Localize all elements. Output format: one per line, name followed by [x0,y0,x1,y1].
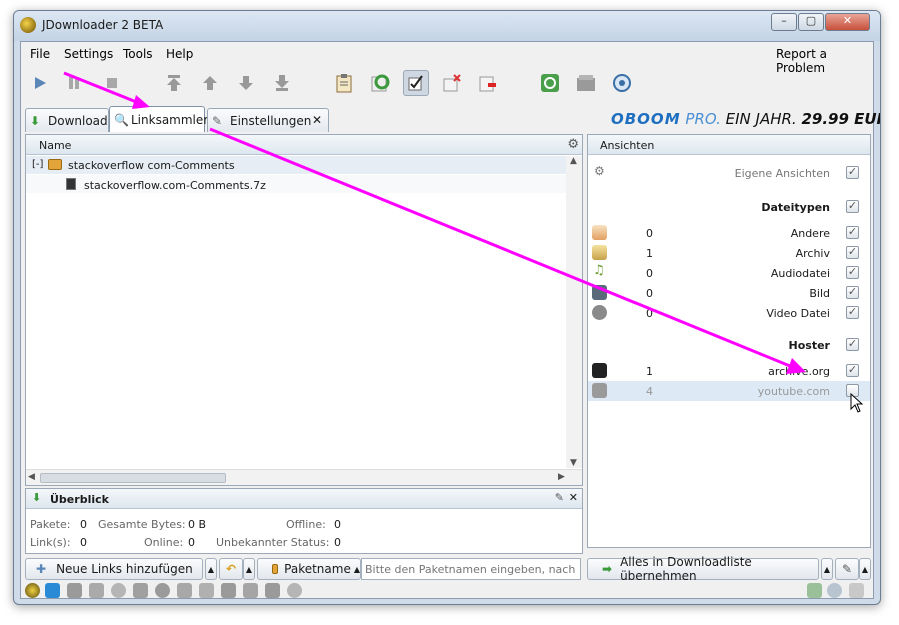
arrowhead-youtube-icon [786,358,806,374]
arrow-to-youtube [209,127,791,368]
arrowhead-linksammler-icon [132,95,150,109]
annotation-arrows [63,71,806,374]
arrow-to-linksammler [63,71,140,105]
app-window: JDownloader 2 BETA – ▢ ✕ File Settings T… [13,10,881,605]
